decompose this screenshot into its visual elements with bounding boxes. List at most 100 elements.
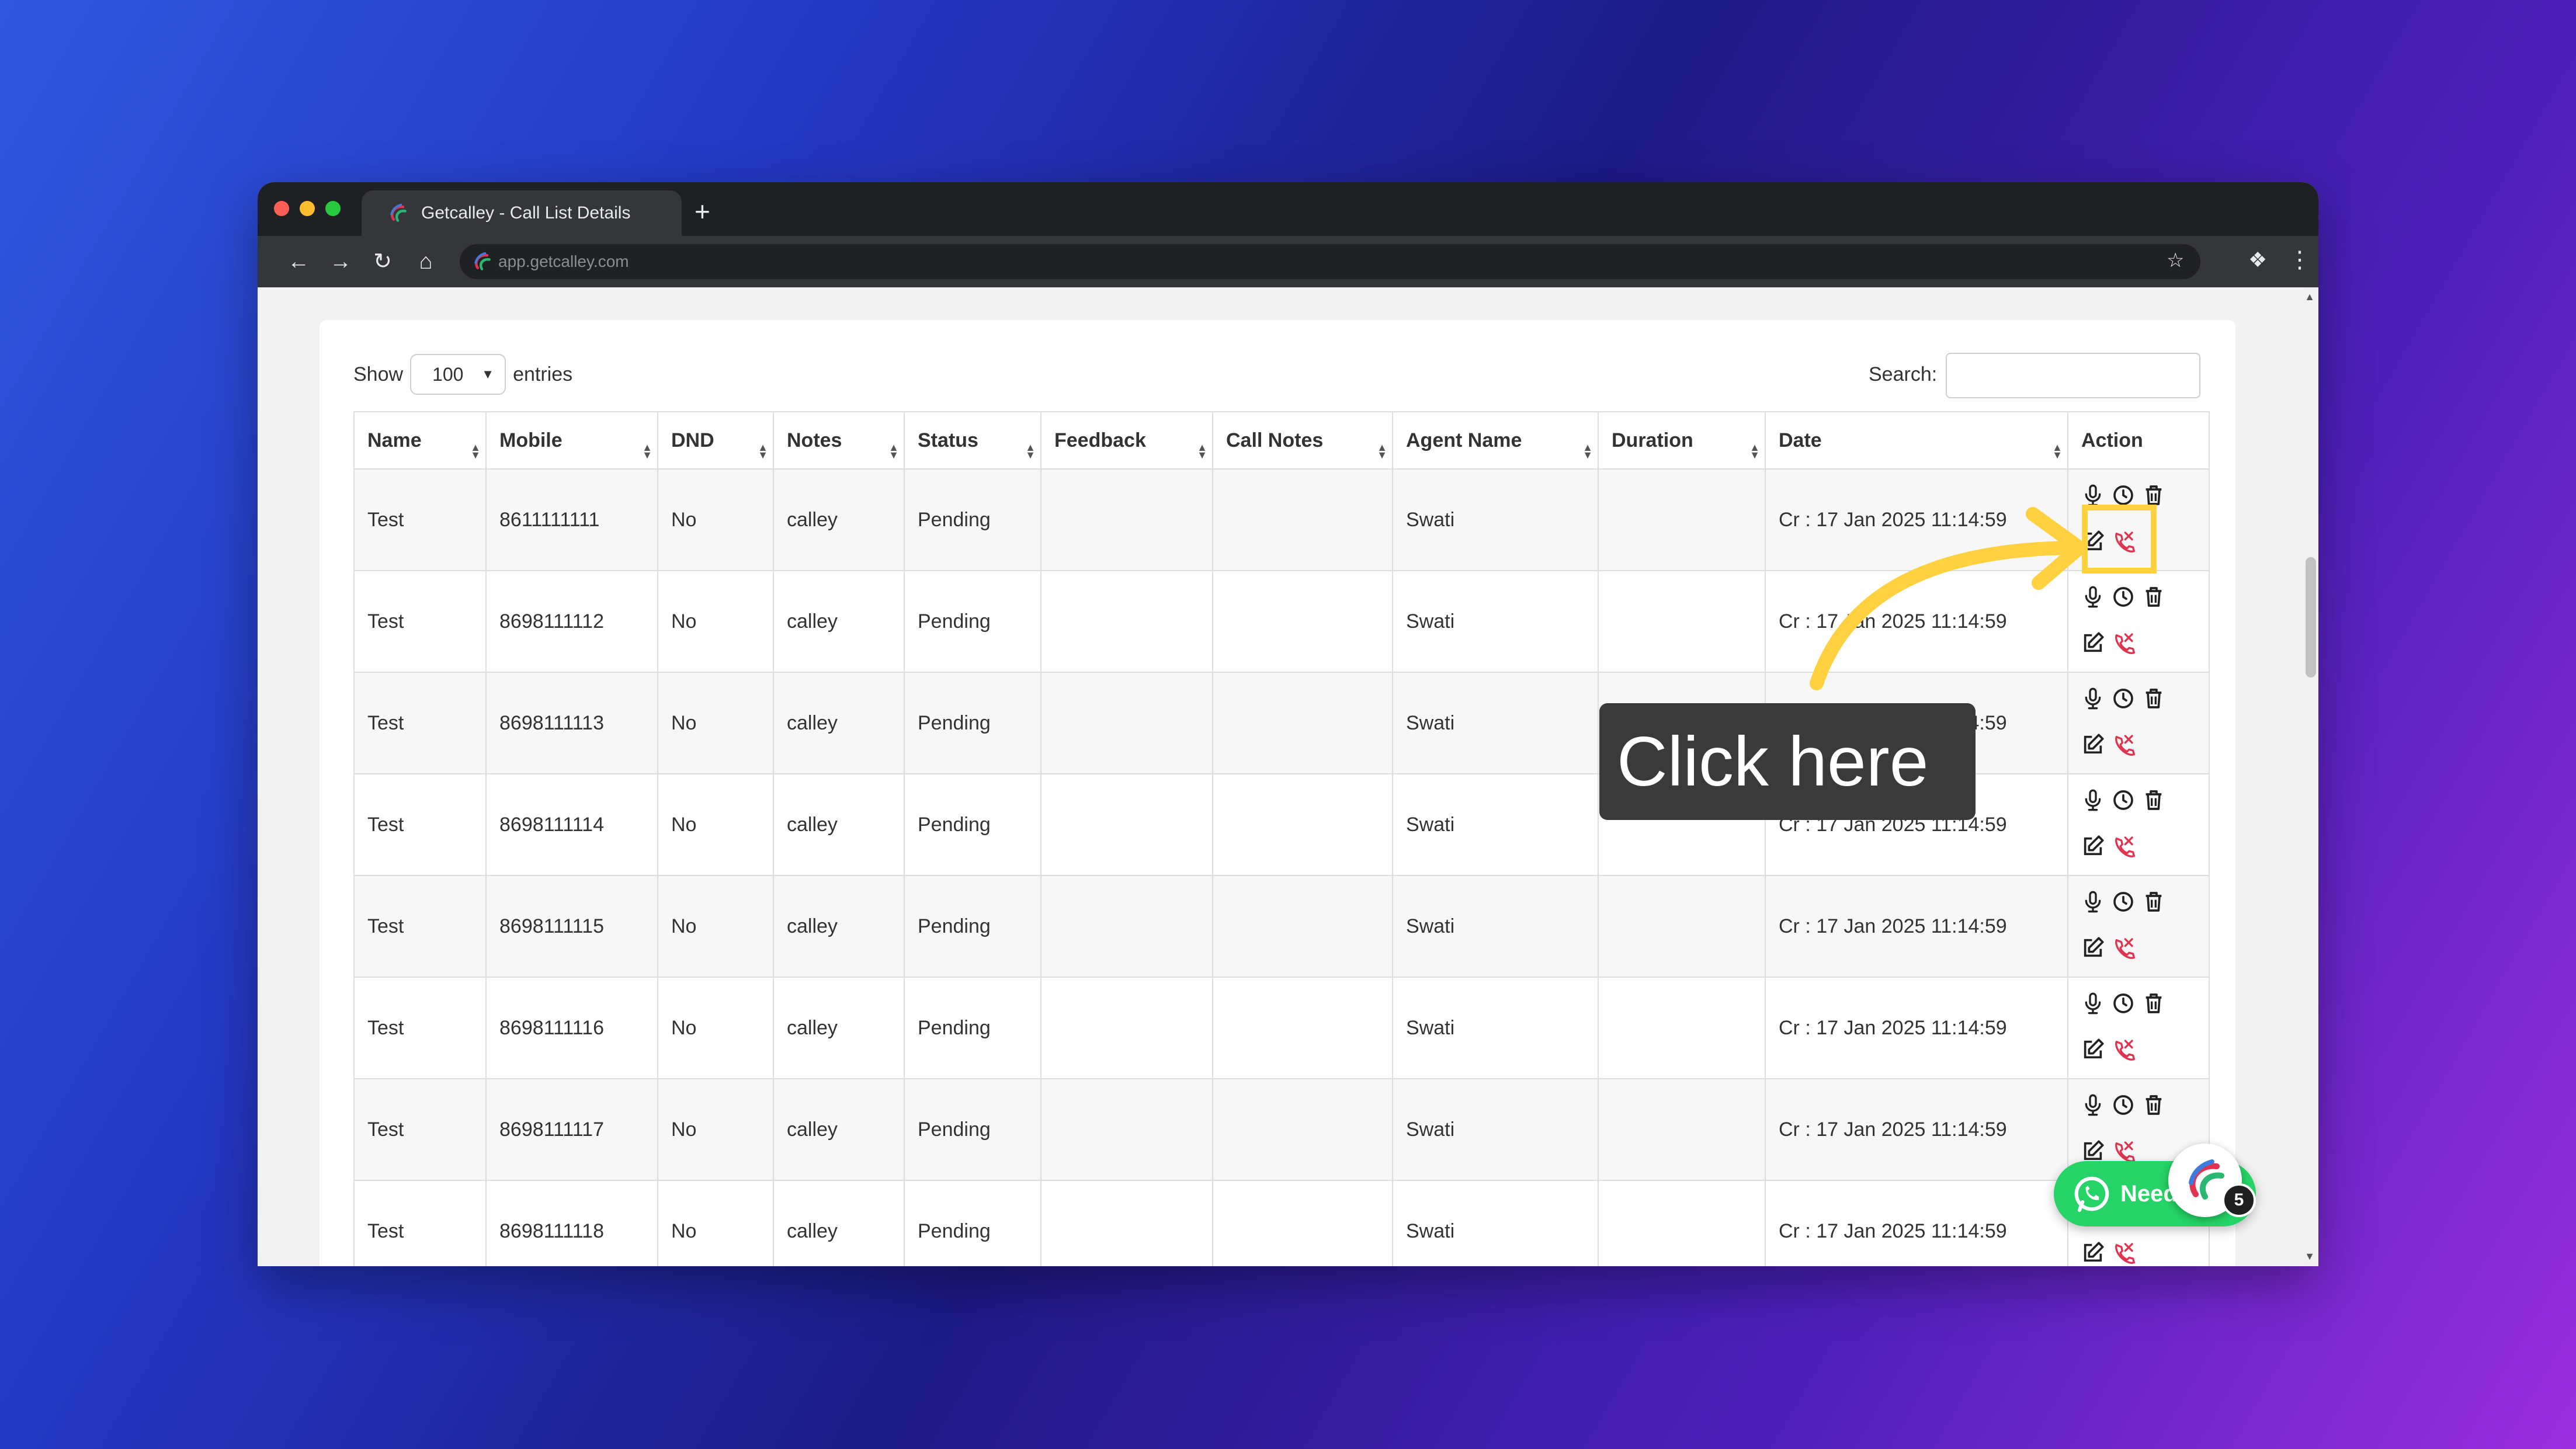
- cell-duration: [1598, 1180, 1766, 1266]
- cell-feedback: [1040, 570, 1213, 673]
- edit-icon[interactable]: [2081, 835, 2112, 863]
- edit-icon[interactable]: [2081, 1241, 2112, 1266]
- cell-mobile: 8611111111: [485, 468, 658, 571]
- microphone-icon[interactable]: [2081, 1093, 2112, 1122]
- column-header-dnd[interactable]: DND ▲ ▼: [657, 411, 774, 470]
- table-header-row: Name ▲ ▼ Mobile ▲ ▼ DND ▲ ▼ Notes ▲ ▼ Status ▲ ▼ F…: [353, 411, 2210, 470]
- cell-call-notes: [1212, 570, 1393, 673]
- address-bar[interactable]: app.getcalley.com: [460, 244, 2200, 279]
- microphone-icon[interactable]: [2081, 788, 2112, 817]
- cell-action: [2067, 773, 2210, 876]
- column-header-date[interactable]: Date ▲ ▼: [1765, 411, 2068, 470]
- cell-feedback: [1040, 875, 1213, 978]
- scroll-up-arrow-icon[interactable]: ▲: [2304, 291, 2315, 303]
- column-header-notes[interactable]: Notes ▲ ▼: [773, 411, 905, 470]
- cell-dnd: No: [657, 570, 774, 673]
- annotation-arrow: [1810, 507, 2087, 690]
- home-icon[interactable]: ⌂: [413, 249, 439, 274]
- cell-dnd: No: [657, 468, 774, 571]
- cell-call-notes: [1212, 875, 1393, 978]
- extensions-puzzle-icon[interactable]: ❖: [2248, 248, 2267, 272]
- call-disconnect-icon[interactable]: [2112, 631, 2142, 660]
- call-disconnect-icon[interactable]: [2112, 835, 2142, 863]
- column-header-status[interactable]: Status ▲ ▼: [904, 411, 1041, 470]
- forward-arrow-icon[interactable]: →: [328, 249, 353, 274]
- maximize-window-button[interactable]: [325, 201, 341, 216]
- clock-icon[interactable]: [2112, 992, 2142, 1020]
- cell-call-notes: [1212, 1180, 1393, 1266]
- column-header-duration[interactable]: Duration ▲ ▼: [1598, 411, 1766, 470]
- column-header-label: Mobile: [499, 429, 563, 451]
- column-header-mobile[interactable]: Mobile ▲ ▼: [485, 411, 658, 470]
- trash-icon[interactable]: [2142, 992, 2172, 1020]
- trash-icon[interactable]: [2142, 585, 2172, 614]
- cell-mobile: 8698111116: [485, 977, 658, 1079]
- cell-name: Test: [353, 468, 487, 571]
- entries-select[interactable]: 100 ▼: [410, 354, 506, 395]
- cell-duration: [1598, 570, 1766, 673]
- clock-icon[interactable]: [2112, 1093, 2142, 1122]
- cell-agent: Swati: [1392, 1180, 1599, 1266]
- column-header-agent-name[interactable]: Agent Name ▲ ▼: [1392, 411, 1599, 470]
- trash-icon[interactable]: [2142, 788, 2172, 817]
- clock-icon[interactable]: [2112, 890, 2142, 919]
- close-window-button[interactable]: [274, 201, 289, 216]
- call-disconnect-icon[interactable]: [2112, 1038, 2142, 1066]
- new-tab-button[interactable]: +: [695, 194, 710, 229]
- title-bar: Getcalley - Call List Details +: [258, 182, 2318, 236]
- column-header-feedback[interactable]: Feedback ▲ ▼: [1040, 411, 1213, 470]
- cell-notes: calley: [773, 468, 905, 571]
- back-arrow-icon[interactable]: ←: [286, 249, 311, 274]
- column-header-call-notes[interactable]: Call Notes ▲ ▼: [1212, 411, 1393, 470]
- search-input[interactable]: [1946, 353, 2200, 398]
- clock-icon[interactable]: [2112, 788, 2142, 817]
- sort-icon: ▲ ▼: [470, 442, 481, 461]
- cell-status: Pending: [904, 672, 1041, 774]
- page-scrollbar[interactable]: ▲ ▼: [2303, 287, 2318, 1266]
- browser-menu-icon[interactable]: ⋮: [2288, 246, 2311, 273]
- cell-date: Cr : 17 Jan 2025 11:14:59: [1765, 977, 2068, 1079]
- cell-agent: Swati: [1392, 1078, 1599, 1181]
- edit-icon[interactable]: [2081, 1038, 2112, 1066]
- cell-mobile: 8698111112: [485, 570, 658, 673]
- microphone-icon[interactable]: [2081, 890, 2112, 919]
- edit-icon[interactable]: [2081, 936, 2112, 965]
- notification-badge: 5: [2222, 1183, 2256, 1217]
- show-label: Show: [353, 363, 404, 385]
- column-header-action: Action: [2067, 411, 2210, 470]
- column-header-name[interactable]: Name ▲ ▼: [353, 411, 487, 470]
- cell-notes: calley: [773, 1180, 905, 1266]
- column-header-label: Agent Name: [1406, 429, 1522, 451]
- cell-mobile: 8698111115: [485, 875, 658, 978]
- whatsapp-icon: [2074, 1176, 2109, 1212]
- trash-icon[interactable]: [2142, 687, 2172, 715]
- minimize-window-button[interactable]: [300, 201, 315, 216]
- bookmark-star-icon[interactable]: ☆: [2167, 249, 2184, 272]
- cell-name: Test: [353, 1078, 487, 1181]
- call-disconnect-icon[interactable]: [2112, 1241, 2142, 1266]
- cell-notes: calley: [773, 875, 905, 978]
- call-disconnect-icon[interactable]: [2112, 936, 2142, 965]
- sort-icon: ▲ ▼: [758, 442, 768, 461]
- cell-feedback: [1040, 773, 1213, 876]
- browser-tab[interactable]: Getcalley - Call List Details: [362, 190, 682, 236]
- clock-icon[interactable]: [2112, 687, 2142, 715]
- trash-icon[interactable]: [2142, 890, 2172, 919]
- cell-agent: Swati: [1392, 875, 1599, 978]
- scroll-down-arrow-icon[interactable]: ▼: [2304, 1250, 2315, 1263]
- scrollbar-thumb[interactable]: [2306, 557, 2316, 677]
- action-icons: [2081, 989, 2196, 1066]
- edit-icon[interactable]: [2081, 733, 2112, 762]
- cell-feedback: [1040, 672, 1213, 774]
- cell-dnd: No: [657, 1078, 774, 1181]
- cell-status: Pending: [904, 977, 1041, 1079]
- entries-length-control: Show 100 ▼ entries: [353, 354, 572, 395]
- call-disconnect-icon[interactable]: [2112, 733, 2142, 762]
- sort-icon: ▲ ▼: [1582, 442, 1593, 461]
- microphone-icon[interactable]: [2081, 992, 2112, 1020]
- trash-icon[interactable]: [2142, 1093, 2172, 1122]
- clock-icon[interactable]: [2112, 585, 2142, 614]
- reload-icon[interactable]: ↻: [370, 249, 395, 274]
- column-header-label: Feedback: [1054, 429, 1146, 451]
- cell-name: Test: [353, 570, 487, 673]
